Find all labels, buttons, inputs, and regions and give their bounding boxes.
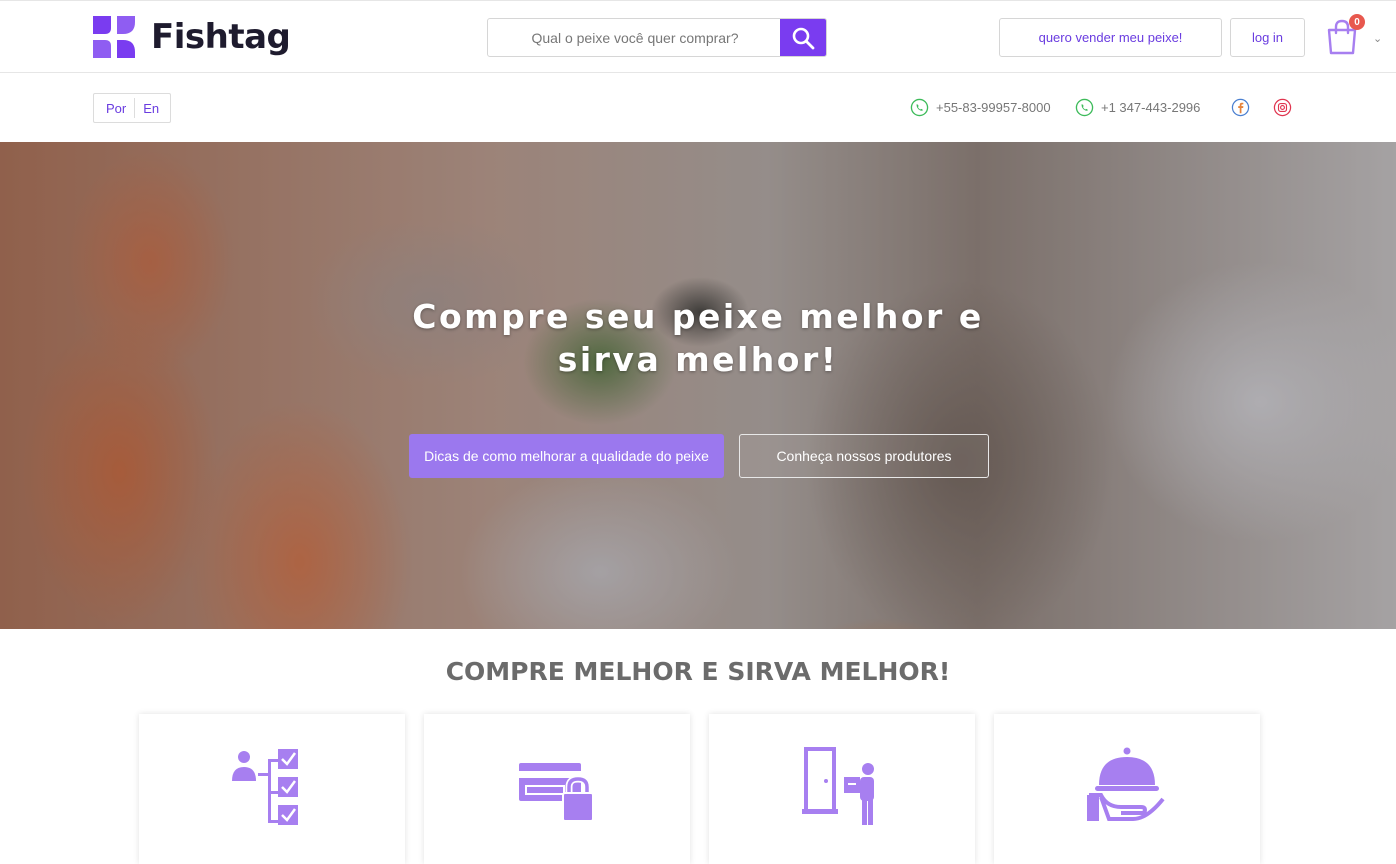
lang-en-link[interactable]: En	[143, 101, 159, 116]
sell-fish-button[interactable]: quero vender meu peixe!	[999, 18, 1222, 57]
instagram-icon[interactable]	[1273, 98, 1292, 117]
producers-button[interactable]: Conheça nossos produtores	[739, 434, 989, 478]
feature-card	[994, 714, 1260, 864]
lang-pt-link[interactable]: Por	[106, 101, 126, 116]
language-switcher: Por En	[93, 93, 171, 123]
search-input[interactable]	[488, 19, 782, 56]
whatsapp-icon	[1075, 98, 1094, 117]
login-button[interactable]: log in	[1230, 18, 1305, 57]
search-button[interactable]	[780, 19, 826, 56]
whatsapp-contact-us[interactable]: +1 347-443-2996	[1075, 98, 1200, 117]
logo-text: Fishtag	[151, 17, 291, 57]
serving-dish-icon	[1087, 747, 1165, 821]
logo[interactable]: Fishtag	[93, 16, 291, 58]
feature-card	[424, 714, 690, 864]
checklist-icon	[232, 749, 298, 825]
cart-count-badge: 0	[1349, 14, 1365, 30]
secure-payment-icon	[519, 763, 594, 822]
hero-banner: Compre seu peixe melhor e sirva melhor! …	[0, 142, 1396, 629]
feature-card	[709, 714, 975, 864]
phone-br: +55-83-99957-8000	[936, 100, 1051, 115]
chevron-down-icon[interactable]: ⌄	[1373, 32, 1382, 45]
search-icon	[792, 27, 815, 49]
quality-tips-button[interactable]: Dicas de como melhorar a qualidade do pe…	[409, 434, 724, 478]
whatsapp-icon	[910, 98, 929, 117]
top-header: Fishtag quero vender meu peixe! log in 0…	[0, 0, 1396, 73]
feature-card	[139, 714, 405, 864]
search-bar	[487, 18, 827, 57]
hero-title-line1: Compre seu peixe melhor e	[412, 297, 984, 336]
facebook-icon[interactable]	[1231, 98, 1250, 117]
hero-title-line2: sirva melhor!	[557, 340, 839, 379]
fishtag-logo-icon	[93, 16, 135, 58]
divider	[134, 98, 136, 118]
section-title: COMPRE MELHOR E SIRVA MELHOR!	[445, 657, 951, 686]
hero-title: Compre seu peixe melhor e sirva melhor!	[0, 295, 1396, 381]
delivery-door-icon	[802, 747, 874, 825]
phone-us: +1 347-443-2996	[1101, 100, 1201, 115]
whatsapp-contact-br[interactable]: +55-83-99957-8000	[910, 98, 1051, 117]
